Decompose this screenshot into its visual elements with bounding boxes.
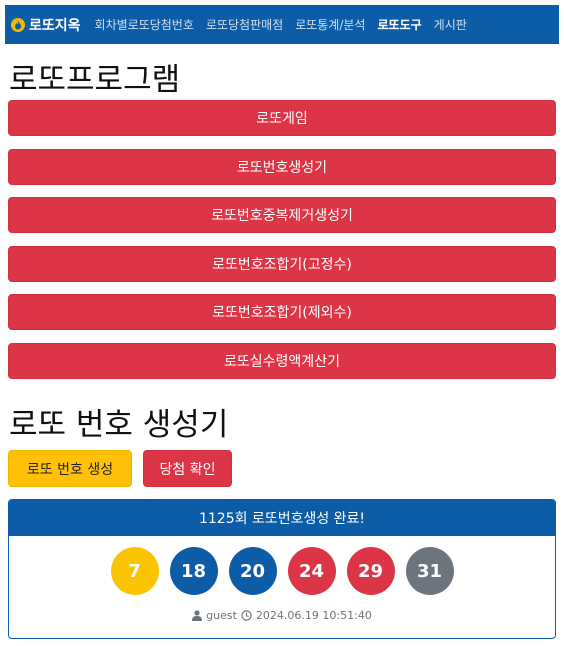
number-balls: 7 18 20 24 29 31	[9, 547, 555, 595]
number-ball: 24	[287, 547, 336, 595]
dedupe-generator-button[interactable]: 로또번호중복제거생성기	[8, 197, 556, 233]
payout-calculator-button[interactable]: 로또실수령액계산기	[8, 343, 556, 379]
number-ball: 7	[110, 547, 159, 595]
check-winning-button[interactable]: 당첨 확인	[143, 450, 232, 487]
nav-link-board[interactable]: 게시판	[434, 16, 467, 33]
brand-link[interactable]: 로또지옥	[11, 15, 81, 35]
combiner-excluded-button[interactable]: 로또번호조합기(제외수)	[8, 294, 556, 330]
nav-link-winning-stores[interactable]: 로또당첨판매점	[206, 16, 283, 33]
number-generator-button[interactable]: 로또번호생성기	[8, 149, 556, 185]
nav-link-round-results[interactable]: 회차별로또당첨번호	[95, 16, 194, 33]
result-header: 1125회 로또번호생성 완료!	[9, 500, 555, 536]
clock-icon	[241, 610, 252, 621]
result-card: 1125회 로또번호생성 완료! 7 18 20 24 29 31 guest 2024.…	[8, 499, 556, 639]
number-ball: 20	[228, 547, 277, 595]
user-name: guest	[206, 609, 237, 622]
generated-timestamp: 2024.06.19 10:51:40	[255, 609, 372, 622]
top-navbar: 로또지옥 회차별로또당첨번호 로또당첨판매점 로또통계/분석 로또도구 게시판	[5, 5, 559, 44]
number-ball: 29	[346, 547, 395, 595]
generate-numbers-button[interactable]: 로또 번호 생성	[8, 450, 132, 487]
result-meta: guest 2024.06.19 10:51:40	[9, 609, 555, 622]
nav-link-tools[interactable]: 로또도구	[377, 16, 421, 33]
number-ball: 18	[169, 547, 218, 595]
nav-link-statistics[interactable]: 로또통계/분석	[295, 16, 365, 33]
flame-icon	[11, 17, 25, 32]
combiner-fixed-button[interactable]: 로또번호조합기(고정수)	[8, 246, 556, 282]
program-section-title: 로또프로그램	[9, 62, 181, 98]
lotto-game-button[interactable]: 로또게임	[8, 100, 556, 136]
number-ball: 31	[405, 547, 454, 595]
user-icon	[192, 610, 203, 621]
generator-section-title: 로또 번호 생성기	[9, 407, 229, 443]
brand-name: 로또지옥	[29, 17, 81, 34]
